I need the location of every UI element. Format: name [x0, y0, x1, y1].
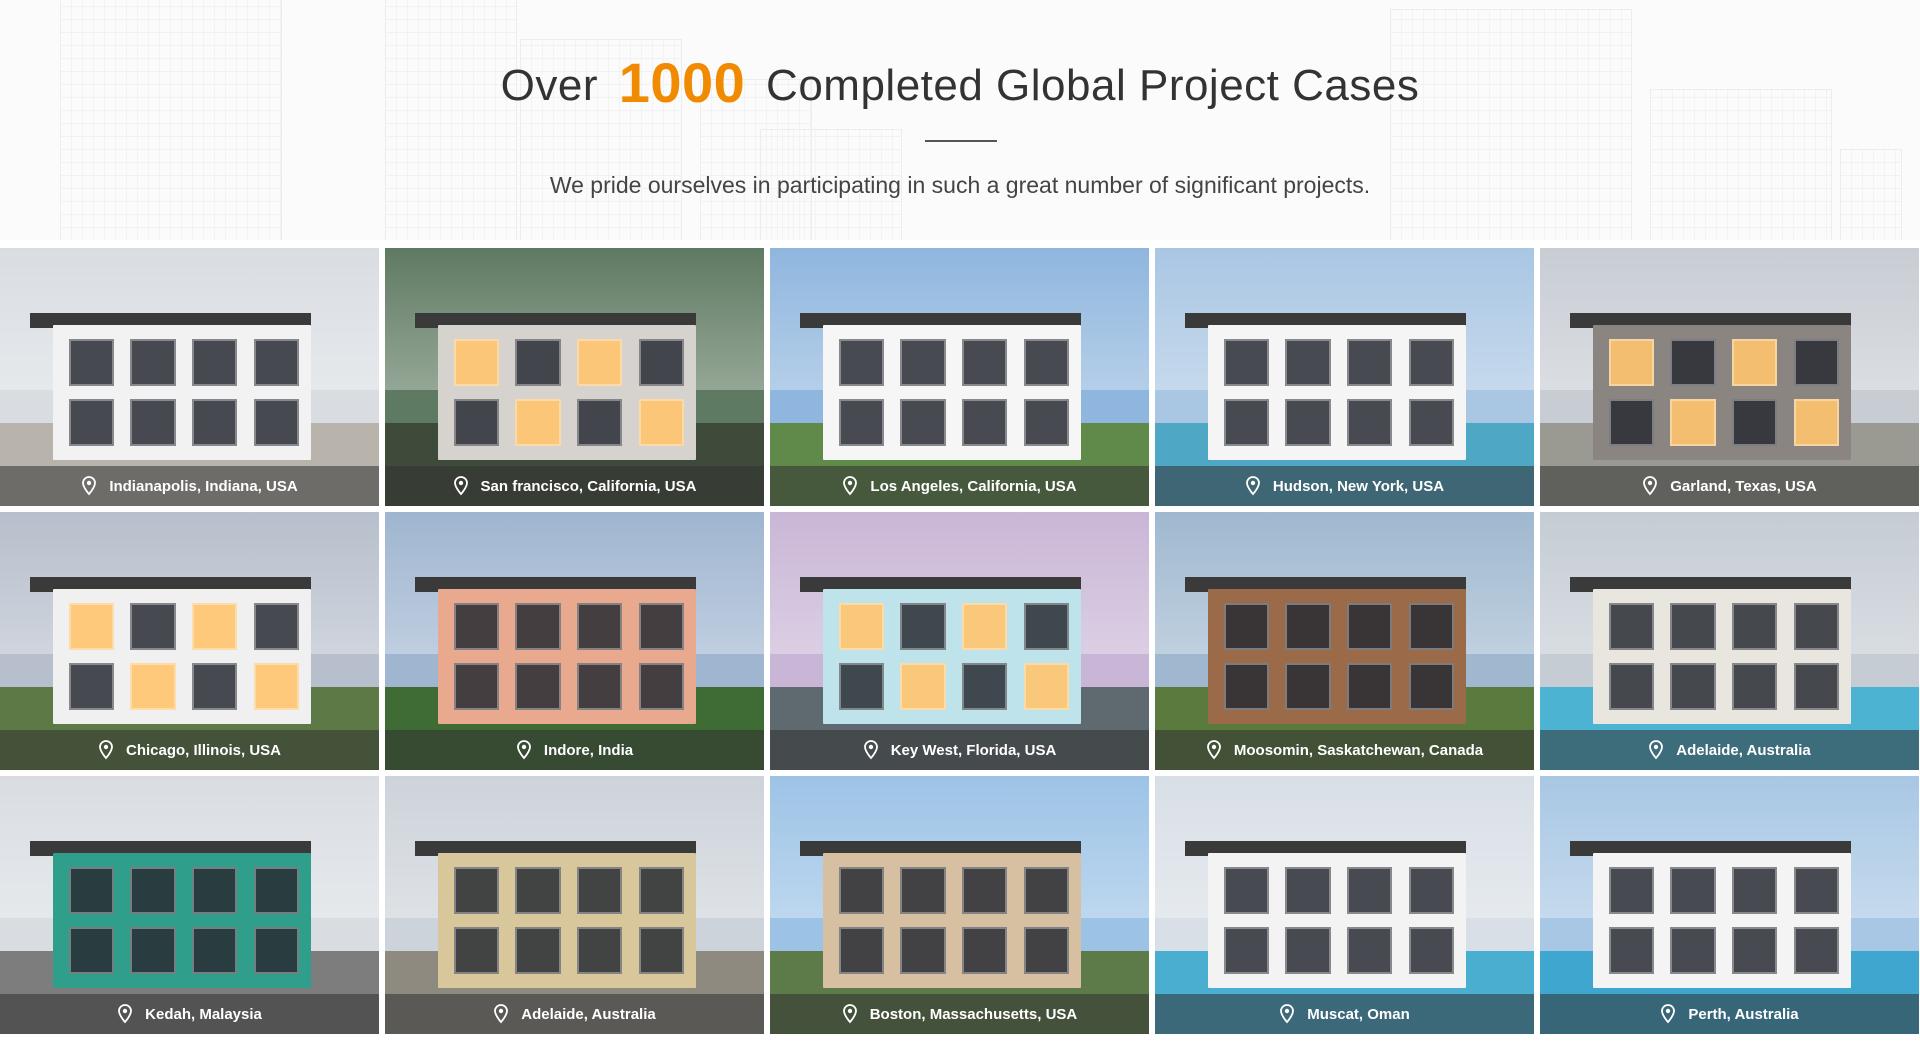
project-caption: Moosomin, Saskatchewan, Canada: [1155, 730, 1534, 770]
project-caption: Garland, Texas, USA: [1540, 466, 1919, 506]
location-pin-icon: [453, 476, 468, 496]
location-pin-icon: [1280, 1004, 1295, 1024]
page-subtitle: We pride ourselves in participating in s…: [549, 172, 1371, 198]
project-location: Los Angeles, California, USA: [870, 477, 1077, 495]
project-location: Adelaide, Australia: [521, 1005, 656, 1023]
project-card[interactable]: Indore, India: [385, 512, 764, 770]
project-card[interactable]: Moosomin, Saskatchewan, Canada: [1155, 512, 1534, 770]
location-pin-icon: [1643, 476, 1658, 496]
project-location: Adelaide, Australia: [1676, 741, 1811, 759]
location-pin-icon: [99, 740, 113, 760]
location-pin-icon: [842, 1004, 857, 1024]
project-location: Muscat, Oman: [1307, 1005, 1410, 1023]
location-pin-icon: [82, 476, 97, 496]
project-caption: Muscat, Oman: [1155, 994, 1534, 1034]
project-card[interactable]: Perth, Australia: [1540, 776, 1919, 1034]
page-title: Over 1000 Completed Global Project Cases: [0, 48, 1920, 114]
location-pin-icon: [1661, 1004, 1676, 1024]
project-card[interactable]: Chicago, Illinois, USA: [0, 512, 379, 770]
project-card[interactable]: Key West, Florida, USA: [770, 512, 1149, 770]
location-pin-icon: [1246, 476, 1260, 496]
project-card[interactable]: Muscat, Oman: [1155, 776, 1534, 1034]
title-divider: [925, 140, 997, 142]
location-pin-icon: [118, 1004, 133, 1024]
project-caption: San francisco, California, USA: [385, 466, 764, 506]
project-location: Kedah, Malaysia: [145, 1005, 262, 1023]
hero-header: Over 1000 Completed Global Project Cases…: [0, 0, 1920, 240]
title-number: 1000: [618, 51, 746, 114]
project-card[interactable]: Indianapolis, Indiana, USA: [0, 248, 379, 506]
project-caption: Key West, Florida, USA: [770, 730, 1149, 770]
location-pin-icon: [863, 740, 878, 760]
project-card[interactable]: Adelaide, Australia: [1540, 512, 1919, 770]
location-pin-icon: [1649, 740, 1664, 760]
project-caption: Indianapolis, Indiana, USA: [0, 466, 379, 506]
project-location: San francisco, California, USA: [480, 477, 697, 495]
project-location: Hudson, New York, USA: [1272, 477, 1445, 495]
project-location: Perth, Australia: [1688, 1005, 1799, 1023]
project-location: Garland, Texas, USA: [1670, 477, 1817, 495]
location-pin-icon: [494, 1004, 509, 1024]
project-location: Boston, Massachusetts, USA: [869, 1005, 1078, 1023]
project-caption: Adelaide, Australia: [1540, 730, 1919, 770]
project-location: Key West, Florida, USA: [890, 741, 1057, 759]
project-caption: Boston, Massachusetts, USA: [770, 994, 1149, 1034]
project-location: Chicago, Illinois, USA: [125, 741, 282, 759]
project-caption: Kedah, Malaysia: [0, 994, 379, 1034]
project-location: Moosomin, Saskatchewan, Canada: [1233, 741, 1484, 759]
project-location: Indianapolis, Indiana, USA: [109, 477, 298, 495]
location-pin-icon: [1206, 740, 1221, 760]
location-pin-icon: [843, 476, 858, 496]
project-card[interactable]: Kedah, Malaysia: [0, 776, 379, 1034]
project-card[interactable]: Adelaide, Australia: [385, 776, 764, 1034]
title-prefix: Over: [500, 61, 598, 110]
city-sketch-background: [0, 0, 1920, 240]
project-caption: Indore, India: [385, 730, 764, 770]
project-caption: Hudson, New York, USA: [1155, 466, 1534, 506]
location-pin-icon: [517, 740, 531, 760]
project-caption: Perth, Australia: [1540, 994, 1919, 1034]
project-location: Indore, India: [543, 741, 634, 759]
project-card[interactable]: Garland, Texas, USA: [1540, 248, 1919, 506]
project-card[interactable]: Hudson, New York, USA: [1155, 248, 1534, 506]
project-card[interactable]: Boston, Massachusetts, USA: [770, 776, 1149, 1034]
project-card[interactable]: San francisco, California, USA: [385, 248, 764, 506]
project-caption: Los Angeles, California, USA: [770, 466, 1149, 506]
project-grid: Indianapolis, Indiana, USA San francisco,…: [0, 248, 1920, 1034]
title-suffix: Completed Global Project Cases: [766, 61, 1420, 110]
project-card[interactable]: Los Angeles, California, USA: [770, 248, 1149, 506]
project-caption: Adelaide, Australia: [385, 994, 764, 1034]
project-caption: Chicago, Illinois, USA: [0, 730, 379, 770]
